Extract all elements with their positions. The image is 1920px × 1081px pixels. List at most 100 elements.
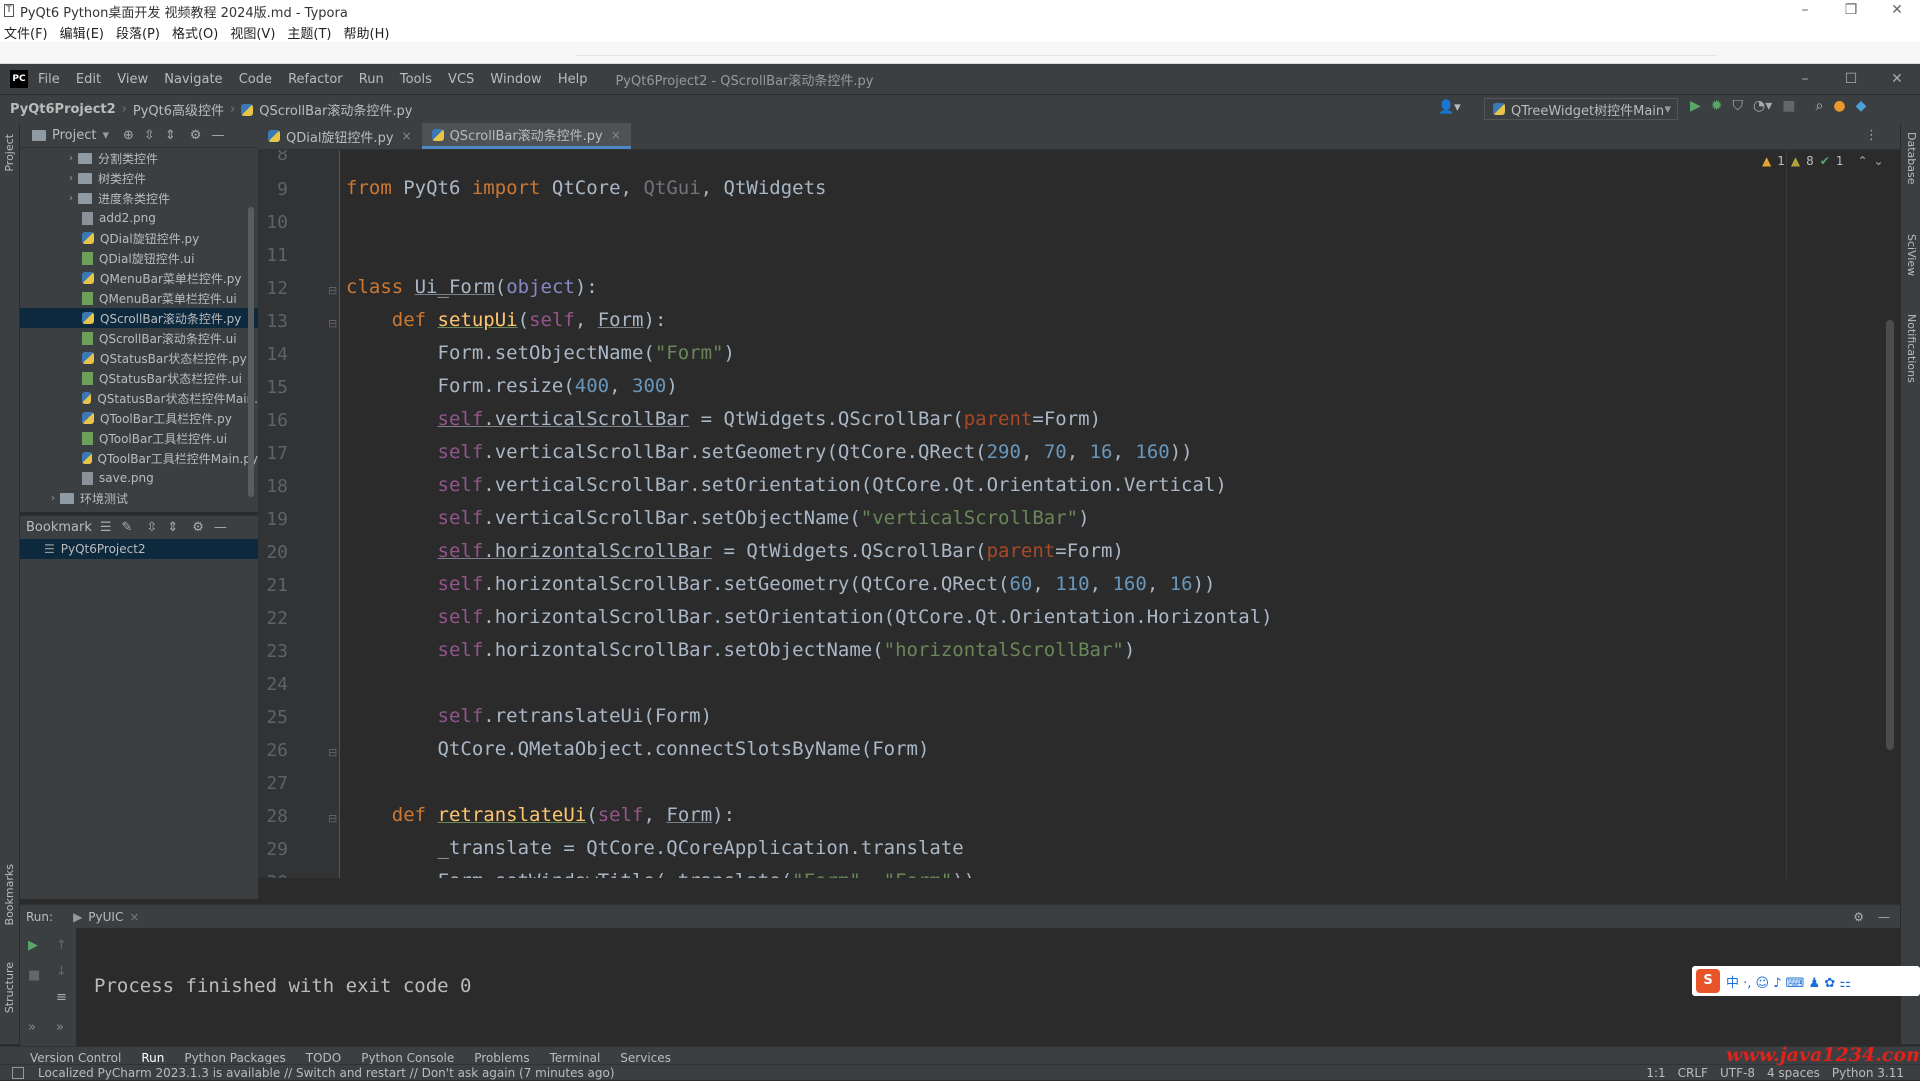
inspection-widget[interactable]: ▲ 1 ▲ 8 ✔ 1 ⌃ ⌄ <box>1762 154 1884 168</box>
soft-wrap-icon[interactable]: ≡ <box>56 990 67 1005</box>
menu-run[interactable]: Run <box>359 72 384 87</box>
structure-tool-tab[interactable]: Structure <box>3 962 16 1013</box>
stop-icon[interactable]: ■ <box>28 968 40 983</box>
more-icon[interactable]: » <box>28 1020 36 1035</box>
run-tab-pyuic[interactable]: PyUIC <box>88 910 123 924</box>
menu-help[interactable]: Help <box>558 72 588 87</box>
tree-item[interactable]: QMenuBar菜单栏控件.py <box>20 268 258 288</box>
typora-menu-help[interactable]: 帮助(H) <box>344 23 390 42</box>
edit-icon[interactable]: ✎ <box>122 520 133 535</box>
typora-menu-theme[interactable]: 主题(T) <box>287 23 331 42</box>
collapse-all-icon[interactable]: ⇕ <box>165 128 176 143</box>
hide-icon[interactable]: — <box>1878 910 1890 924</box>
down-icon[interactable]: ↓ <box>56 964 67 979</box>
menu-navigate[interactable]: Navigate <box>164 72 222 87</box>
up-icon[interactable]: ↑ <box>56 938 67 953</box>
sciview-tool-tab[interactable]: SciView <box>1905 234 1918 276</box>
menu-window[interactable]: Window <box>490 72 541 87</box>
caret-position[interactable]: 1:1 <box>1646 1066 1665 1080</box>
pc-close-icon[interactable]: ✕ <box>1874 64 1920 94</box>
tree-item-selected[interactable]: QScrollBar滚动条控件.py <box>20 308 258 328</box>
tool-run[interactable]: Run <box>141 1051 164 1065</box>
tree-item[interactable]: QToolBar工具栏控件.ui <box>20 428 258 448</box>
editor-scrollbar[interactable] <box>1886 320 1894 750</box>
collapse-all-icon[interactable]: ⇕ <box>167 520 178 535</box>
stop-icon[interactable]: ■ <box>1782 98 1795 114</box>
breadcrumb-project[interactable]: PyQt6Project2 <box>10 102 116 117</box>
tree-item[interactable]: › 进度条类控件 <box>20 188 258 208</box>
menu-edit[interactable]: Edit <box>76 72 101 87</box>
tree-item[interactable]: › 环境测试 <box>20 488 258 508</box>
profile-icon[interactable]: ◔▾ <box>1753 98 1772 114</box>
locate-icon[interactable]: ⊕ <box>123 128 134 143</box>
more-icon[interactable]: ⋮ <box>1865 128 1878 143</box>
typora-menu-format[interactable]: 格式(O) <box>172 23 218 42</box>
tool-terminal[interactable]: Terminal <box>550 1051 601 1065</box>
tree-item[interactable]: save.png <box>20 468 258 488</box>
python-interpreter[interactable]: Python 3.11 <box>1832 1066 1904 1080</box>
typora-menu-paragraph[interactable]: 段落(P) <box>116 23 160 42</box>
search-icon[interactable]: ⌕ <box>1816 98 1824 114</box>
database-tool-tab[interactable]: Database <box>1905 132 1918 185</box>
close-icon[interactable]: ✕ <box>1874 0 1920 22</box>
tree-item[interactable]: › 树类控件 <box>20 168 258 188</box>
code-editor[interactable]: from PyQt6 import QtCore, QtGui, QtWidge… <box>340 150 1880 878</box>
layout-icon[interactable] <box>12 1067 24 1079</box>
tree-item[interactable]: add2.png <box>20 208 258 228</box>
tool-python-console[interactable]: Python Console <box>361 1051 454 1065</box>
expand-all-icon[interactable]: ⇳ <box>144 128 155 143</box>
list-icon[interactable]: ☰ <box>100 520 112 535</box>
tree-item[interactable]: QScrollBar滚动条控件.ui <box>20 328 258 348</box>
tree-item[interactable]: QDial旋钮控件.py <box>20 228 258 248</box>
tab-qscrollbar[interactable]: QScrollBar滚动条控件.py × <box>421 123 631 149</box>
tree-item[interactable]: QStatusBar状态栏控件Main. <box>20 388 258 408</box>
fold-icon[interactable]: ⊟ <box>328 746 337 759</box>
tool-python-packages[interactable]: Python Packages <box>184 1051 285 1065</box>
tab-qdial[interactable]: QDial旋钮控件.py × <box>258 123 422 149</box>
tool-problems[interactable]: Problems <box>474 1051 529 1065</box>
update-icon[interactable]: ● <box>1833 98 1845 114</box>
debug-icon[interactable]: ✹ <box>1711 98 1723 114</box>
tool-services[interactable]: Services <box>620 1051 671 1065</box>
notifications-tool-tab[interactable]: Notifications <box>1905 314 1918 383</box>
chevron-right-icon[interactable]: › <box>64 153 78 164</box>
project-panel-title[interactable]: Project <box>52 128 96 143</box>
bookmark-item[interactable]: ☰ PyQt6Project2 <box>20 539 258 559</box>
user-icon[interactable]: 👤▾ <box>1438 100 1461 115</box>
menu-refactor[interactable]: Refactor <box>288 72 343 87</box>
rerun-icon[interactable]: ▶ <box>28 938 38 953</box>
tree-item[interactable]: QToolBar工具栏控件.py <box>20 408 258 428</box>
hide-icon[interactable]: — <box>214 520 227 535</box>
fold-icon[interactable]: ⊟ <box>328 317 337 330</box>
file-encoding[interactable]: UTF-8 <box>1720 1066 1755 1080</box>
bookmarks-panel-title[interactable]: Bookmark <box>26 520 92 535</box>
restore-icon[interactable]: ❐ <box>1828 0 1874 22</box>
menu-view[interactable]: View <box>117 72 148 87</box>
run-configuration-select[interactable]: QTreeWidget树控件Main ▾ <box>1484 98 1678 120</box>
expand-all-icon[interactable]: ⇳ <box>146 520 157 535</box>
line-separator[interactable]: CRLF <box>1678 1066 1708 1080</box>
run-icon[interactable]: ▶ <box>1690 98 1701 114</box>
indent-setting[interactable]: 4 spaces <box>1767 1066 1820 1080</box>
chevron-right-icon[interactable]: › <box>64 173 78 184</box>
project-tool-tab[interactable]: Project <box>3 134 16 172</box>
gear-icon[interactable]: ⚙ <box>1853 910 1864 924</box>
ime-toolbar[interactable]: S 中 ·, ☺ ♪ ⌨ ♟ ✿ ⚏ <box>1692 966 1920 996</box>
breadcrumb-file[interactable]: QScrollBar滚动条控件.py <box>259 100 412 119</box>
chevron-right-icon[interactable]: › <box>64 193 78 204</box>
typora-menu-view[interactable]: 视图(V) <box>230 23 275 42</box>
fold-icon[interactable]: ⊟ <box>328 284 337 297</box>
tree-item[interactable]: QMenuBar菜单栏控件.ui <box>20 288 258 308</box>
menu-file[interactable]: File <box>38 72 60 87</box>
tree-item[interactable]: › 分割类控件 <box>20 148 258 168</box>
close-tab-icon[interactable]: × <box>611 128 621 142</box>
status-message[interactable]: Localized PyCharm 2023.1.3 is available … <box>38 1066 615 1080</box>
typora-menu-edit[interactable]: 编辑(E) <box>60 23 104 42</box>
chevron-down-icon[interactable]: ▾ <box>102 128 109 143</box>
gear-icon[interactable]: ⚙ <box>190 128 202 143</box>
tool-todo[interactable]: TODO <box>306 1051 341 1065</box>
menu-code[interactable]: Code <box>239 72 272 87</box>
menu-tools[interactable]: Tools <box>400 72 432 87</box>
gear-icon[interactable]: ⚙ <box>192 520 204 535</box>
pin-icon[interactable]: » <box>56 1020 64 1035</box>
